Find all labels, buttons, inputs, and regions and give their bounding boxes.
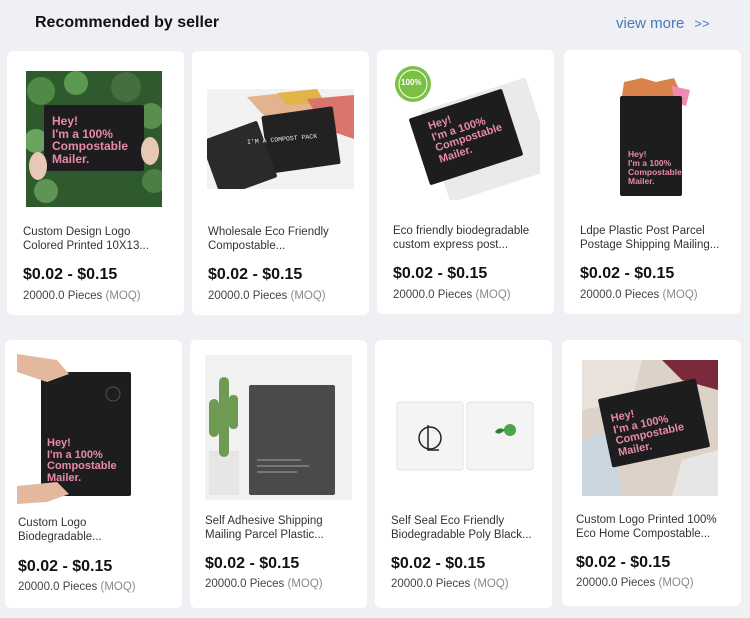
product-name: Self Seal Eco Friendly Biodegradable Pol… [391, 515, 532, 541]
mailer-text-line: Hey! [52, 114, 79, 128]
product-image [395, 398, 535, 474]
product-image: I'M A COMPOST PACK [207, 89, 354, 189]
product-image: Hey! I'm a 100% Compostable Mailer. [594, 76, 714, 200]
product-card[interactable]: Hey! I'm a 100% Compostable Mailer. Cust… [562, 340, 741, 606]
product-price: $0.02 - $0.15 [23, 266, 118, 283]
product-moq: 20000.0 Pieces (MOQ) [580, 289, 698, 301]
product-card[interactable]: Self Adhesive Shipping Mailing Parcel Pl… [190, 340, 367, 608]
product-card[interactable]: I'M A COMPOST PACK Wholesale Eco Friendl… [192, 51, 369, 315]
product-moq: 20000.0 Pieces (MOQ) [18, 581, 136, 593]
mailer-text-line: Hey! [47, 437, 71, 449]
product-moq: 20000.0 Pieces (MOQ) [205, 578, 323, 590]
product-price: $0.02 - $0.15 [576, 554, 671, 571]
mailer-text-line: Compostable [52, 139, 129, 154]
product-card[interactable]: Hey! I'm a 100% Compostable Mailer. Cust… [7, 51, 184, 315]
product-price: $0.02 - $0.15 [18, 558, 113, 575]
badge-100-icon: 100% [401, 78, 422, 87]
view-more-label: view more [616, 15, 685, 32]
mailer-text-line: Mailer. [52, 151, 90, 166]
mailer-text-line: Mailer. [47, 471, 82, 484]
product-photo [205, 355, 352, 500]
product-name: Wholesale Eco Friendly Compostable... [208, 226, 329, 252]
product-moq: 20000.0 Pieces (MOQ) [208, 290, 326, 302]
product-card[interactable]: Self Seal Eco Friendly Biodegradable Pol… [375, 340, 552, 608]
product-moq: 20000.0 Pieces (MOQ) [391, 578, 509, 590]
product-moq: 20000.0 Pieces (MOQ) [23, 290, 141, 302]
product-price: $0.02 - $0.15 [580, 265, 675, 282]
section-header: Recommended by seller view more >> [0, 0, 750, 46]
mailer-text-line: Compostable [47, 460, 117, 473]
product-photo [395, 398, 535, 474]
product-price: $0.02 - $0.15 [393, 265, 488, 282]
view-more-link[interactable]: view more >> [616, 15, 710, 32]
double-chevron-right-icon: >> [694, 16, 710, 31]
product-price: $0.02 - $0.15 [205, 555, 300, 572]
product-image: Hey! I'm a 100% Compostable Mailer. [17, 354, 145, 504]
product-name: Custom Logo Printed 100% Eco Home Compos… [576, 514, 717, 540]
product-name: Self Adhesive Shipping Mailing Parcel Pl… [205, 515, 324, 541]
product-name: Ldpe Plastic Post Parcel Postage Shippin… [580, 225, 720, 251]
product-image: 100% Hey! I'm a 100% Compostable Mailer. [393, 64, 540, 200]
product-card[interactable]: Hey! I'm a 100% Compostable Mailer. Ldpe… [564, 50, 741, 314]
product-name: Custom Design Logo Colored Printed 10X13… [23, 226, 149, 252]
product-card[interactable]: 100% Hey! I'm a 100% Compostable Mailer.… [377, 50, 554, 314]
product-moq: 20000.0 Pieces (MOQ) [393, 289, 511, 301]
product-name: Eco friendly biodegradable custom expres… [393, 225, 530, 251]
section-title: Recommended by seller [35, 14, 220, 31]
product-image: Hey! I'm a 100% Compostable Mailer. [26, 71, 162, 207]
product-name: Custom Logo Biodegradable... [18, 517, 102, 543]
product-price: $0.02 - $0.15 [208, 266, 303, 283]
mailer-text-line: Mailer. [628, 175, 655, 186]
product-image: Hey! I'm a 100% Compostable Mailer. [582, 360, 718, 496]
product-moq: 20000.0 Pieces (MOQ) [576, 577, 694, 589]
product-card[interactable]: Hey! I'm a 100% Compostable Mailer. Cust… [5, 340, 182, 608]
product-price: $0.02 - $0.15 [391, 555, 486, 572]
product-image [205, 355, 352, 500]
